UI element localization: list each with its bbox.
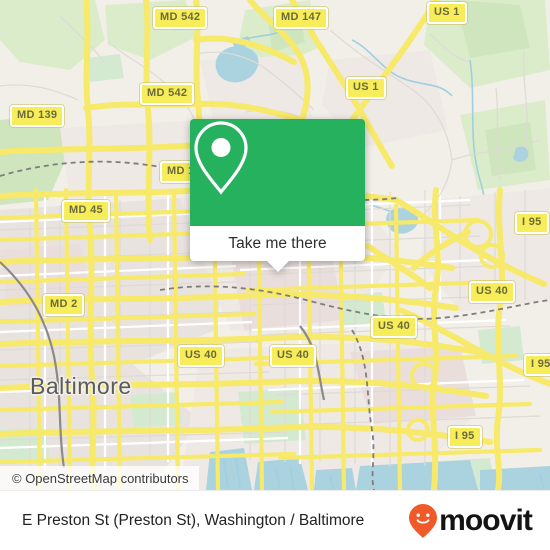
road-shield: I 95 [524,354,550,376]
map-attribution[interactable]: © OpenStreetMap contributors [0,466,199,490]
city-label-baltimore: Baltimore [30,373,132,399]
attribution-text: © OpenStreetMap contributors [12,470,189,486]
road-shield: MD 542 [153,7,208,29]
road-shield: I 95 [515,212,549,234]
location-title: E Preston St (Preston St), Washington / … [22,511,365,529]
map-pin-icon [194,121,248,195]
footer-bar: E Preston St (Preston St), Washington / … [0,490,550,550]
road-shield: MD 139 [10,105,65,127]
road-shield: MD 147 [274,7,329,29]
road-shield: US 1 [427,2,467,24]
popup-header [190,119,365,226]
road-shield: US 40 [371,316,418,338]
moovit-brand[interactable]: moovit [408,503,533,539]
road-shield: US 40 [469,281,516,303]
popup-tail [266,261,289,272]
road-shield: I 95 [448,426,482,448]
road-shield: US 40 [270,345,317,367]
map-canvas[interactable]: .water { fill:#aad3df; } .wstrm { fill:n… [0,0,550,490]
location-popup[interactable]: Take me there [190,119,365,272]
moovit-smiley-pin-icon [409,503,438,538]
road-shield: US 40 [178,345,225,367]
take-me-there-label: Take me there [228,234,327,252]
road-shield: MD 542 [140,83,195,105]
moovit-wordmark: moovit [439,503,533,537]
road-shield: MD 45 [62,200,110,222]
map-page: .water { fill:#aad3df; } .wstrm { fill:n… [0,0,550,550]
take-me-there-button[interactable]: Take me there [190,226,365,261]
road-shield: MD 2 [43,294,85,316]
road-shield: US 1 [346,77,386,99]
